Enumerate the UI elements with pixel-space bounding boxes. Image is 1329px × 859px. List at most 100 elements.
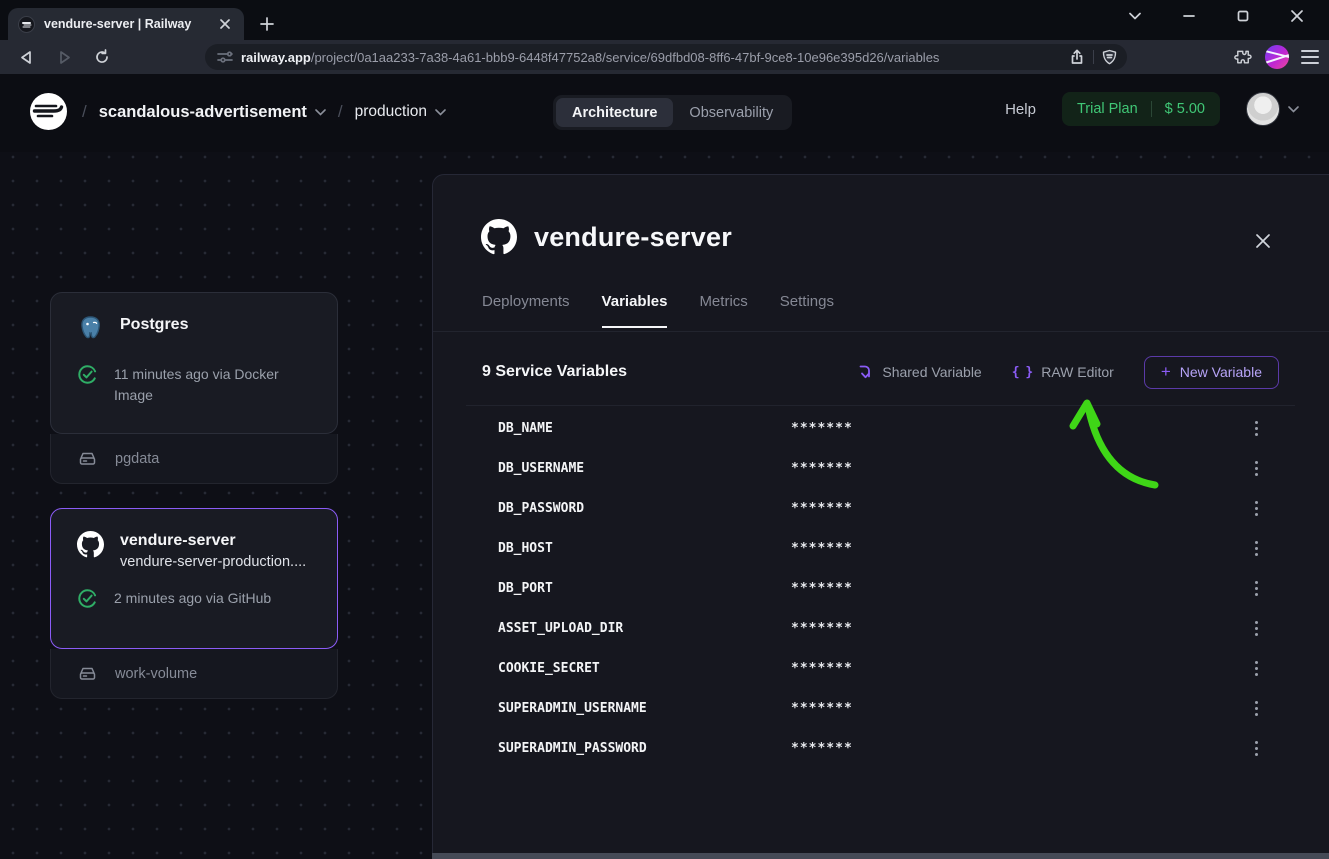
share-icon[interactable] — [1069, 49, 1085, 65]
url-path: /project/0a1aa233-7a38-4a61-bbb9-6448f47… — [311, 50, 940, 65]
shared-variable-button[interactable]: Shared Variable — [858, 364, 981, 380]
variable-row[interactable]: DB_PORT ******* — [433, 568, 1329, 608]
environment-switcher[interactable]: production — [355, 96, 446, 128]
new-variable-button[interactable]: + New Variable — [1144, 356, 1279, 389]
section-divider — [466, 405, 1295, 406]
variable-value[interactable]: ******* — [791, 701, 853, 716]
volume-icon — [78, 451, 97, 466]
window-minimize-button[interactable] — [1175, 4, 1203, 28]
variable-row[interactable]: DB_HOST ******* — [433, 528, 1329, 568]
service-panel: vendure-server Deployments Variables Met… — [432, 174, 1329, 853]
variable-row[interactable]: DB_NAME ******* — [433, 408, 1329, 448]
variable-name: DB_USERNAME — [498, 461, 791, 476]
volume-work-volume[interactable]: work-volume — [50, 649, 338, 699]
site-settings-icon[interactable] — [217, 50, 233, 64]
variable-value[interactable]: ******* — [791, 541, 853, 556]
variable-value[interactable]: ******* — [791, 661, 853, 676]
raw-editor-button[interactable]: { } RAW Editor — [1012, 364, 1114, 380]
variable-row[interactable]: DB_PASSWORD ******* — [433, 488, 1329, 528]
browser-menu-icon[interactable] — [1301, 50, 1319, 64]
service-card-vendure-server[interactable]: vendure-server vendure-server-production… — [50, 508, 338, 649]
tab-title: vendure-server | Railway — [44, 17, 207, 31]
new-variable-label: New Variable — [1180, 364, 1262, 380]
forward-button[interactable] — [52, 45, 76, 69]
variable-value[interactable]: ******* — [791, 621, 853, 636]
tab-variables[interactable]: Variables — [602, 293, 668, 328]
variable-menu-icon[interactable] — [1251, 577, 1262, 600]
variable-menu-icon[interactable] — [1251, 737, 1262, 760]
view-toggle: Architecture Observability — [553, 95, 792, 130]
deploy-success-icon — [77, 364, 98, 385]
variable-value[interactable]: ******* — [791, 581, 853, 596]
chevron-down-icon — [315, 109, 326, 116]
variable-row[interactable]: SUPERADMIN_PASSWORD ******* — [433, 728, 1329, 768]
variable-row[interactable]: COOKIE_SECRET ******* — [433, 648, 1329, 688]
reload-button[interactable] — [90, 45, 114, 69]
plan-label: Trial Plan — [1077, 101, 1138, 117]
volume-icon — [78, 666, 97, 681]
address-bar[interactable]: railway.app/project/0a1aa233-7a38-4a61-b… — [205, 44, 1127, 70]
panel-bottom-edge — [432, 853, 1329, 859]
new-tab-button[interactable] — [256, 13, 278, 35]
breadcrumb-separator: / — [338, 102, 343, 122]
panel-close-icon[interactable] — [1251, 229, 1275, 253]
variable-value[interactable]: ******* — [791, 461, 853, 476]
extensions-icon[interactable] — [1234, 48, 1253, 67]
volume-pgdata[interactable]: pgdata — [50, 434, 338, 484]
tab-architecture[interactable]: Architecture — [556, 98, 673, 127]
environment-name: production — [355, 103, 427, 121]
variable-menu-icon[interactable] — [1251, 417, 1262, 440]
variable-row[interactable]: ASSET_UPLOAD_DIR ******* — [433, 608, 1329, 648]
variable-value[interactable]: ******* — [791, 421, 853, 436]
railway-favicon-icon — [18, 16, 35, 33]
github-logo-icon — [481, 219, 517, 255]
tab-settings[interactable]: Settings — [780, 293, 834, 328]
tab-observability[interactable]: Observability — [673, 98, 789, 127]
variable-name: DB_HOST — [498, 541, 791, 556]
account-menu[interactable] — [1246, 92, 1299, 126]
project-name: scandalous-advertisement — [99, 103, 307, 122]
variable-menu-icon[interactable] — [1251, 657, 1262, 680]
panel-tabs: Deployments Variables Metrics Settings — [482, 293, 834, 328]
window-maximize-button[interactable] — [1229, 4, 1257, 28]
variable-menu-icon[interactable] — [1251, 457, 1262, 480]
back-button[interactable] — [14, 45, 38, 69]
tab-metrics[interactable]: Metrics — [699, 293, 747, 328]
variable-name: COOKIE_SECRET — [498, 661, 791, 676]
variable-value[interactable]: ******* — [791, 741, 853, 756]
brave-shield-icon[interactable] — [1102, 49, 1117, 65]
service-name: Postgres — [120, 315, 188, 335]
volume-name: work-volume — [115, 666, 197, 682]
variable-row[interactable]: SUPERADMIN_USERNAME ******* — [433, 688, 1329, 728]
github-logo-icon — [77, 531, 104, 558]
browser-profile-avatar[interactable] — [1265, 45, 1289, 69]
service-name: vendure-server — [120, 531, 306, 551]
variable-menu-icon[interactable] — [1251, 697, 1262, 720]
deploy-status: 11 minutes ago via Docker Image — [114, 364, 299, 406]
variable-menu-icon[interactable] — [1251, 497, 1262, 520]
plan-badge[interactable]: Trial Plan $ 5.00 — [1062, 92, 1220, 126]
help-link[interactable]: Help — [1005, 101, 1036, 118]
railway-logo[interactable] — [30, 93, 67, 130]
window-close-button[interactable] — [1283, 4, 1311, 28]
chevron-down-icon — [1288, 106, 1299, 113]
deploy-status: 2 minutes ago via GitHub — [114, 588, 271, 609]
variable-menu-icon[interactable] — [1251, 617, 1262, 640]
browser-tab[interactable]: vendure-server | Railway — [8, 8, 244, 40]
variable-menu-icon[interactable] — [1251, 537, 1262, 560]
variable-row[interactable]: DB_USERNAME ******* — [433, 448, 1329, 488]
user-avatar[interactable] — [1246, 92, 1280, 126]
project-switcher[interactable]: scandalous-advertisement — [99, 96, 326, 128]
variable-name: DB_PORT — [498, 581, 791, 596]
shared-variable-label: Shared Variable — [882, 364, 981, 380]
service-card-postgres[interactable]: Postgres 11 minutes ago via Docker Image — [50, 292, 338, 434]
shared-variable-icon — [858, 364, 873, 380]
variable-value[interactable]: ******* — [791, 501, 853, 516]
tab-search-chevron-icon[interactable] — [1121, 4, 1149, 28]
variable-name: SUPERADMIN_PASSWORD — [498, 741, 791, 756]
tab-close-icon[interactable] — [216, 15, 234, 33]
url-text[interactable]: railway.app/project/0a1aa233-7a38-4a61-b… — [241, 50, 1061, 65]
tab-deployments[interactable]: Deployments — [482, 293, 570, 328]
deploy-success-icon — [77, 588, 98, 609]
volume-name: pgdata — [115, 451, 159, 467]
